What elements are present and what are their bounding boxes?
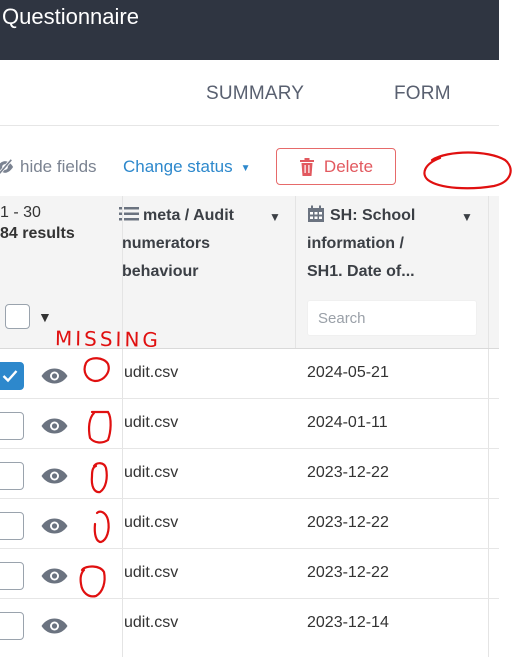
annotation-scribbles — [79, 151, 512, 598]
